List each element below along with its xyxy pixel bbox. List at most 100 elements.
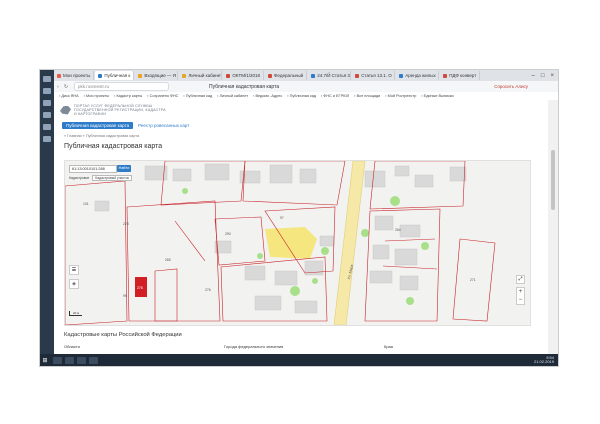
parcel-boundary bbox=[160, 161, 246, 206]
sidebar-icon[interactable] bbox=[43, 100, 51, 106]
browser-tab[interactable]: Аренда жилых bbox=[396, 71, 440, 80]
bookmark-item[interactable]: Ведомо -Адрес bbox=[253, 94, 282, 98]
browser-taskbar-icon[interactable] bbox=[77, 356, 86, 364]
task-view-icon[interactable] bbox=[65, 356, 74, 364]
find-button[interactable]: Найти bbox=[117, 165, 131, 172]
reload-icon[interactable]: ↻ bbox=[62, 84, 70, 90]
zoom-control: + − bbox=[516, 287, 525, 305]
parcel-label: 99 bbox=[123, 294, 127, 298]
layers-icon[interactable]: ◈ bbox=[69, 279, 79, 289]
scrollbar-thumb[interactable] bbox=[551, 150, 555, 210]
bookmark-item[interactable]: Все площади bbox=[354, 94, 381, 98]
filter-label: Кадастровое bbox=[69, 176, 90, 180]
regions-heading: Кадастровые карты Российской Федерации bbox=[64, 332, 182, 338]
browser-tab[interactable]: Статья 13.1. О bbox=[352, 71, 396, 80]
browser-tab[interactable]: ОКТМ/1/2018 bbox=[223, 71, 265, 80]
parcel-line bbox=[174, 220, 206, 262]
building bbox=[414, 174, 434, 188]
regions-col-oblasts[interactable]: Области bbox=[64, 344, 224, 349]
building bbox=[274, 270, 298, 286]
parcel-label: 264 bbox=[395, 228, 401, 232]
tab-label: ОКТМ/1/2018 bbox=[232, 73, 261, 78]
building bbox=[394, 165, 410, 177]
browser-tab[interactable]: Мои проекты bbox=[54, 71, 95, 80]
url-input[interactable]: pkk.rosreestr.ru bbox=[74, 82, 169, 91]
sidebar-icon[interactable] bbox=[43, 136, 51, 142]
building bbox=[449, 166, 467, 182]
assistant-button[interactable]: Спросить Алису bbox=[494, 84, 528, 89]
parcel-label: 97 bbox=[280, 216, 284, 220]
maximize-icon[interactable]: □ bbox=[541, 73, 545, 79]
tree bbox=[361, 229, 369, 237]
tab-favicon-icon bbox=[182, 73, 187, 78]
bookmark-item[interactable]: Личный кабинет bbox=[217, 94, 249, 98]
tab-public-map[interactable]: Публичная кадастровая карта bbox=[62, 122, 134, 129]
tab-favicon-icon bbox=[399, 73, 404, 78]
sidebar-icon[interactable] bbox=[43, 124, 51, 130]
minimize-icon[interactable]: – bbox=[532, 73, 535, 79]
parcel-label: 276 bbox=[205, 288, 211, 292]
explorer-taskbar-icon[interactable] bbox=[89, 356, 98, 364]
sidebar-icon[interactable] bbox=[43, 88, 51, 94]
parcel-label: 271 bbox=[470, 278, 476, 282]
building bbox=[399, 275, 419, 291]
bookmark-item[interactable]: Публичная кад bbox=[287, 94, 316, 98]
cadastral-search-input[interactable]: 61:13:0010101:288 bbox=[69, 165, 117, 173]
browser-tab[interactable]: Публичная к bbox=[95, 71, 135, 80]
parcel-boundary bbox=[154, 268, 178, 322]
building bbox=[299, 168, 317, 184]
fullscreen-icon[interactable]: ⤢ bbox=[516, 275, 525, 284]
building bbox=[254, 295, 282, 311]
browser-tab[interactable]: Личный кабинет bbox=[179, 71, 223, 80]
regions-col-cities[interactable]: Города федерального значения bbox=[224, 344, 384, 349]
object-type-select[interactable]: Кадастровый участок bbox=[92, 175, 132, 181]
zoom-in-button[interactable]: + bbox=[517, 288, 524, 296]
tab-favicon-icon bbox=[311, 73, 316, 78]
bookmark-item[interactable]: Сохранено ФНС bbox=[147, 94, 179, 98]
close-icon[interactable]: × bbox=[550, 73, 554, 79]
building bbox=[399, 224, 421, 238]
parcel-label: 228 bbox=[123, 222, 129, 226]
windows-start-icon[interactable]: ⊞ bbox=[40, 357, 50, 364]
highlighted-area bbox=[265, 227, 317, 259]
page-scrollbar[interactable] bbox=[548, 100, 558, 354]
search-taskbar-icon[interactable] bbox=[53, 356, 62, 364]
bookmark-item[interactable]: Диск ЯНА bbox=[59, 94, 78, 98]
tree bbox=[257, 253, 263, 259]
browser-tab[interactable]: 24.7/Й Статья 3 bbox=[308, 71, 352, 80]
building bbox=[364, 170, 386, 188]
regions-col-krais[interactable]: Края bbox=[384, 344, 393, 349]
bookmark-item[interactable]: Мои проекты bbox=[84, 94, 109, 98]
system-clock[interactable]: 9:54 21.02.2019 bbox=[534, 355, 554, 365]
sidebar-icon[interactable] bbox=[43, 76, 51, 82]
browser-tab[interactable]: ПДФ конверт bbox=[440, 71, 481, 80]
bookmark-item[interactable]: ФНС и ЕГРЮЛ bbox=[321, 94, 349, 98]
zoom-out-button[interactable]: − bbox=[517, 296, 524, 304]
tree bbox=[406, 297, 414, 305]
logo-line: И КАРТОГРАФИИ bbox=[74, 112, 107, 116]
tab-label: Федеральный bbox=[274, 73, 304, 78]
browser-tab[interactable]: Входящие — Я bbox=[135, 71, 179, 80]
sidebar-icon[interactable] bbox=[43, 112, 51, 118]
cadastral-map[interactable]: 101 228 265 99 278 290 97 264 271 276 61… bbox=[64, 160, 531, 326]
building bbox=[369, 270, 393, 284]
bookmark-item[interactable]: Мой Ростреестр bbox=[385, 94, 417, 98]
road bbox=[333, 161, 366, 325]
site-logo[interactable]: ПОРТАЛ УСЛУГ ФЕДЕРАЛЬНОЙ СЛУЖБЫ ГОСУДАРС… bbox=[60, 104, 166, 116]
bookmark-item[interactable]: Единые Выписки bbox=[421, 94, 454, 98]
back-icon[interactable]: ‹ bbox=[54, 84, 62, 90]
map-canvas[interactable]: 101 228 265 99 278 290 97 264 271 276 bbox=[65, 161, 530, 325]
tab-registry-link[interactable]: Реестр ровесанных карт bbox=[138, 123, 189, 128]
parcel-label: 290 bbox=[225, 232, 231, 236]
tab-favicon-icon bbox=[98, 73, 103, 78]
browser-tab[interactable]: Федеральный bbox=[265, 71, 308, 80]
tree bbox=[390, 196, 400, 206]
tree bbox=[321, 247, 329, 255]
russia-map-icon bbox=[60, 105, 71, 115]
breadcrumb[interactable]: « Главная » Публичная кадастровая карта bbox=[64, 134, 139, 138]
bookmark-item[interactable]: Кадастр карты bbox=[114, 94, 142, 98]
sidebar-toggle-icon[interactable]: ☰ bbox=[69, 265, 79, 275]
tab-label: Статья 13.1. О bbox=[361, 73, 392, 78]
address-bar: ‹ ↻ pkk.rosreestr.ru Публичная кадастров… bbox=[54, 81, 558, 92]
bookmark-item[interactable]: Публичная кад bbox=[183, 94, 212, 98]
